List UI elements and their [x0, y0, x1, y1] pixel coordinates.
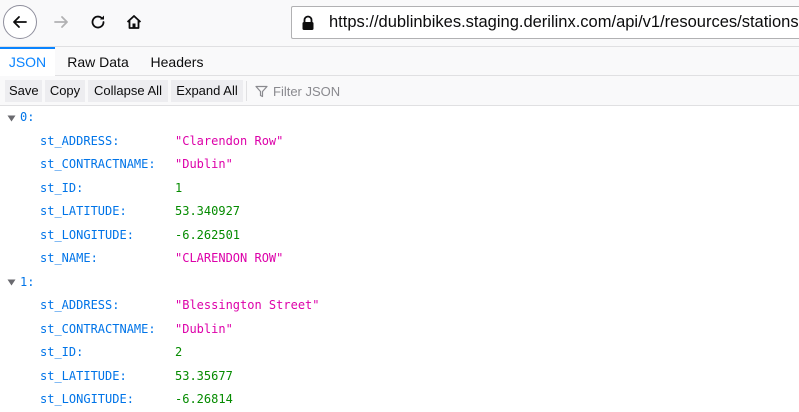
property-value: "Blessington Street" [175, 298, 320, 312]
json-tree: 0: st_ADDRESS: "Clarendon Row" st_CONTRACTN… [0, 106, 799, 412]
tree-property-row[interactable]: st_NAME: "CLARENDON ROW" [0, 247, 799, 271]
expand-triangle-icon[interactable] [6, 113, 16, 123]
tree-item-0[interactable]: 0: [0, 106, 799, 130]
tree-property-row[interactable]: st_LONGITUDE: -6.26814 [0, 388, 799, 412]
forward-button[interactable] [47, 8, 75, 36]
url-bar[interactable]: https://dublinbikes.staging.derilinx.com… [291, 6, 799, 39]
expand-triangle-icon[interactable] [6, 278, 16, 288]
array-index-label: 0: [20, 110, 35, 124]
collapse-all-button[interactable]: Collapse All [88, 80, 168, 102]
tree-property-row[interactable]: st_CONTRACTNAME: "Dublin" [0, 153, 799, 177]
filter-box[interactable] [255, 80, 473, 102]
property-key: st_LATITUDE: [40, 204, 127, 218]
property-key: st_ID: [40, 180, 84, 195]
property-value: 1 [175, 180, 183, 195]
viewer-toolbar: Save Copy Collapse All Expand All [0, 76, 799, 106]
toolbar-divider [246, 81, 247, 101]
reload-icon [91, 15, 105, 29]
property-value: "Dublin" [175, 321, 233, 336]
tree-item-1[interactable]: 1: [0, 271, 799, 295]
property-key: st_CONTRACTNAME: [40, 157, 156, 171]
property-value: 53.340927 [175, 204, 241, 218]
tab-json[interactable]: JSON [0, 47, 55, 76]
filter-funnel-icon [255, 84, 269, 98]
tab-headers[interactable]: Headers [143, 47, 211, 76]
property-key: st_ADDRESS: [40, 298, 120, 312]
property-value: -6.262501 [175, 227, 241, 242]
tree-property-row[interactable]: st_ID: 2 [0, 341, 799, 365]
property-key: st_LONGITUDE: [40, 227, 134, 242]
property-value: "CLARENDON ROW" [175, 251, 284, 265]
viewer-tabbar: JSON Raw Data Headers [0, 46, 799, 76]
tree-property-row[interactable]: st_ID: 1 [0, 177, 799, 201]
tree-property-row[interactable]: st_ADDRESS: "Blessington Street" [0, 294, 799, 318]
property-key: st_ADDRESS: [40, 133, 120, 148]
tab-raw-data[interactable]: Raw Data [62, 47, 134, 76]
back-arrow-icon [13, 16, 27, 28]
save-button[interactable]: Save [5, 80, 42, 102]
filter-json-input[interactable] [273, 83, 473, 99]
property-value: "Clarendon Row" [175, 133, 284, 148]
array-index-label: 1: [20, 274, 35, 289]
tree-property-row[interactable]: st_ADDRESS: "Clarendon Row" [0, 130, 799, 154]
tree-property-row[interactable]: st_CONTRACTNAME: "Dublin" [0, 318, 799, 342]
property-key: st_ID: [40, 345, 84, 359]
back-button[interactable] [3, 5, 37, 39]
expand-all-button[interactable]: Expand All [171, 80, 243, 102]
url-text: https://dublinbikes.staging.derilinx.com… [329, 13, 799, 31]
browser-navbar: https://dublinbikes.staging.derilinx.com… [0, 0, 799, 46]
property-key: st_CONTRACTNAME: [40, 321, 156, 336]
property-key: st_LONGITUDE: [40, 392, 134, 406]
tree-property-row[interactable]: st_LATITUDE: 53.340927 [0, 200, 799, 224]
property-value: -6.26814 [175, 392, 233, 406]
tree-property-row[interactable]: st_LONGITUDE: -6.262501 [0, 224, 799, 248]
property-value: 2 [175, 345, 183, 359]
property-value: "Dublin" [175, 157, 233, 171]
property-key: st_NAME: [40, 251, 98, 265]
home-icon [126, 15, 142, 29]
forward-arrow-icon [54, 16, 68, 28]
copy-button[interactable]: Copy [45, 80, 85, 102]
property-key: st_LATITUDE: [40, 368, 127, 383]
lock-icon [301, 8, 327, 38]
property-value: 53.35677 [175, 368, 233, 383]
tree-property-row[interactable]: st_LATITUDE: 53.35677 [0, 365, 799, 389]
home-button[interactable] [120, 8, 148, 36]
reload-button[interactable] [84, 8, 112, 36]
